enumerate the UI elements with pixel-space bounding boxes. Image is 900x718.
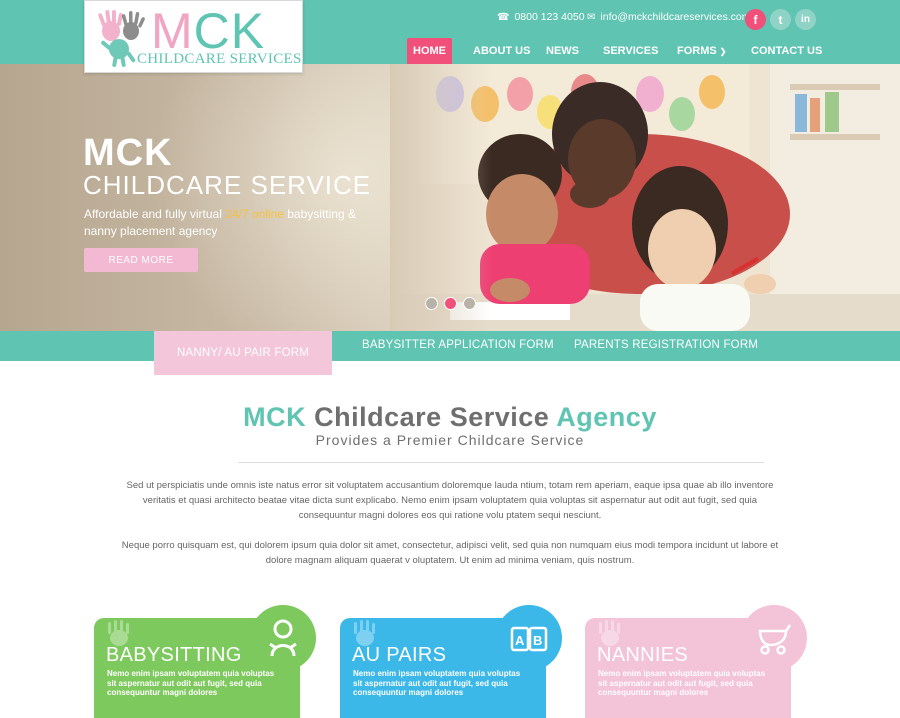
hero-photo (390, 64, 900, 331)
abc-blocks-icon: AB (496, 605, 562, 671)
read-more-button[interactable]: READ MORE (84, 248, 198, 272)
pram-icon (741, 605, 807, 671)
card-text: Nemo enim ipsam voluptatem quia voluptas… (598, 669, 766, 697)
handprint-icon (354, 620, 375, 646)
slider-dots (425, 297, 476, 310)
nav-forms-label: FORMS (677, 45, 717, 57)
logo-subtitle: CHILDCARE SERVICES (137, 51, 302, 67)
slider-dot-3[interactable] (463, 297, 476, 310)
svg-text:B: B (533, 633, 542, 648)
svg-text:A: A (515, 633, 525, 648)
handprint-icon (108, 620, 129, 646)
phone-number: 0800 123 4050 (514, 11, 585, 23)
page-heading: MCK Childcare Service Agency (243, 402, 657, 432)
nav-contact-us[interactable]: CONTACT US (751, 38, 822, 64)
facebook-icon[interactable]: f (745, 9, 766, 30)
linkedin-icon[interactable]: in (795, 9, 816, 30)
tab-babysitter-application-form[interactable]: BABYSITTER APPLICATION FORM (362, 331, 554, 361)
envelope-icon: ✉ (587, 11, 596, 23)
site-logo[interactable]: MCK CHILDCARE SERVICES (84, 0, 303, 73)
hero-subtitle: CHILDCARE SERVICE (83, 170, 372, 200)
slider-dot-2[interactable] (444, 297, 457, 310)
handprint-icon (599, 620, 620, 646)
tab-parents-registration-form[interactable]: PARENTS REGISTRATION FORM (574, 331, 758, 361)
intro-paragraph-2: Neque porro quisquam est, qui dolorem ip… (121, 540, 779, 566)
baby-icon (250, 605, 316, 671)
card-text: Nemo enim ipsam voluptatem quia voluptas… (107, 669, 275, 697)
nav-services[interactable]: SERVICES (603, 38, 658, 64)
email-address: info@mckchildcareservices.com (600, 11, 751, 23)
card-title: NANNIES (597, 644, 689, 666)
page-subheading: Provides a Premier Childcare Service (315, 432, 585, 448)
phone-icon: ☎ (497, 11, 510, 23)
service-card-babysitting[interactable]: BABYSITTING Nemo enim ipsam voluptatem q… (94, 605, 316, 718)
chevron-down-icon: ❯ (719, 47, 727, 56)
email-contact[interactable]: ✉ info@mckchildcareservices.com (587, 11, 751, 23)
phone-contact[interactable]: ☎ 0800 123 4050 (497, 11, 585, 23)
nav-forms[interactable]: FORMS ❯ (677, 38, 727, 65)
forms-tab-bar: NANNY/ AU PAIR FORM BABYSITTER APPLICATI… (0, 331, 900, 375)
twitter-icon[interactable]: t (770, 9, 791, 30)
hero-title: MCK (83, 132, 173, 174)
card-text: Nemo enim ipsam voluptatem quia voluptas… (353, 669, 521, 697)
service-card-nannies[interactable]: NANNIES Nemo enim ipsam voluptatem quia … (585, 605, 807, 718)
hero-description: Affordable and fully virtual 24/7 online… (84, 207, 356, 238)
nav-news[interactable]: NEWS (546, 38, 579, 64)
tab-nanny-au-pair-form[interactable]: NANNY/ AU PAIR FORM (154, 331, 332, 375)
divider (238, 462, 764, 463)
slider-dot-1[interactable] (425, 297, 438, 310)
card-title: BABYSITTING (106, 644, 242, 666)
service-card-au-pairs[interactable]: AB AU PAIRS Nemo enim ipsam voluptatem q… (340, 605, 562, 718)
nav-about-us[interactable]: ABOUT US (473, 38, 530, 64)
card-title: AU PAIRS (352, 644, 447, 666)
hero-slider: MCK CHILDCARE SERVICE Affordable and ful… (0, 64, 900, 331)
nav-home[interactable]: HOME (407, 38, 452, 64)
intro-paragraph-1: Sed ut perspiciatis unde omnis iste natu… (126, 480, 774, 521)
